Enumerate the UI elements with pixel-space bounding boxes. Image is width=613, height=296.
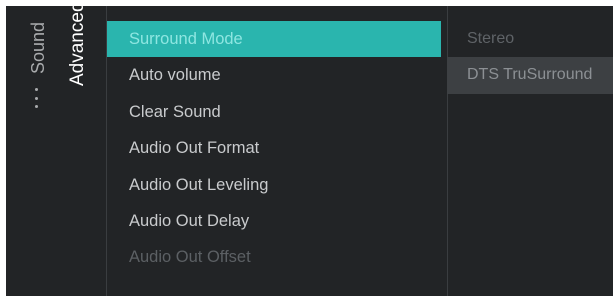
- surround-options: Stereo DTS TruSurround: [447, 21, 613, 94]
- settings-menu: Surround Mode Auto volume Clear Sound Au…: [107, 21, 441, 276]
- menu-item-audio-out-delay[interactable]: Audio Out Delay: [107, 203, 441, 239]
- breadcrumb: Sound Advanced: [6, 6, 106, 296]
- breadcrumb-sound[interactable]: Sound: [28, 22, 49, 74]
- menu-item-surround-mode[interactable]: Surround Mode: [107, 21, 441, 58]
- option-stereo[interactable]: Stereo: [447, 21, 613, 57]
- option-dts-trusurround[interactable]: DTS TruSurround: [447, 57, 613, 94]
- breadcrumb-advanced: Advanced: [67, 6, 88, 86]
- menu-item-auto-volume[interactable]: Auto volume: [107, 57, 441, 93]
- tv-settings-screen: Sound Advanced Surround Mode Auto volume…: [6, 6, 613, 296]
- menu-item-audio-out-offset: Audio Out Offset: [129, 248, 251, 267]
- menu-item-clear-sound[interactable]: Clear Sound: [107, 94, 441, 130]
- menu-item-audio-out-leveling[interactable]: Audio Out Leveling: [107, 167, 441, 203]
- menu-item-audio-out-format[interactable]: Audio Out Format: [107, 130, 441, 166]
- ellipsis-icon: [35, 88, 39, 108]
